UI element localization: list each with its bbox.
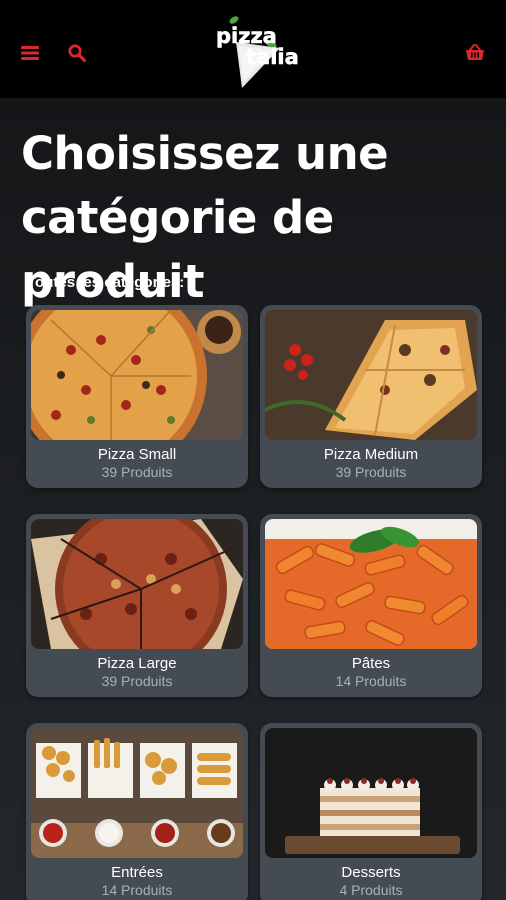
category-card-desserts[interactable]: Desserts 4 Produits bbox=[260, 723, 482, 900]
category-count: 4 Produits bbox=[339, 882, 403, 898]
category-card-pizza-large[interactable]: Pizza Large 39 Produits bbox=[26, 514, 248, 697]
category-grid: Pizza Small 39 Produits Pizza Medium 39 … bbox=[26, 305, 482, 900]
category-name: Pizza Large bbox=[97, 655, 177, 672]
category-image-penne-pasta bbox=[265, 519, 477, 649]
category-name: Pizza Medium bbox=[323, 446, 419, 463]
category-count: 39 Produits bbox=[101, 464, 173, 480]
category-count: 39 Produits bbox=[335, 464, 407, 480]
category-card-entrees[interactable]: Entrées 14 Produits bbox=[26, 723, 248, 900]
category-image-layered-cake bbox=[265, 728, 477, 858]
logo-text-talia: talia bbox=[246, 45, 299, 69]
search-icon[interactable] bbox=[66, 42, 88, 64]
category-count: 14 Produits bbox=[101, 882, 173, 898]
category-count: 39 Produits bbox=[101, 673, 173, 689]
category-image-pizza-sliced bbox=[31, 519, 243, 649]
category-card-pizza-medium[interactable]: Pizza Medium 39 Produits bbox=[260, 305, 482, 488]
category-image-pizza-slices bbox=[265, 310, 477, 440]
top-app-bar: pizza talia bbox=[0, 0, 506, 98]
category-image-pizza-whole bbox=[31, 310, 243, 440]
category-card-pates[interactable]: Pâtes 14 Produits bbox=[260, 514, 482, 697]
category-name: Pizza Small bbox=[97, 446, 177, 463]
section-label: Toutes les catégories: bbox=[27, 274, 185, 291]
category-image-fried-starters bbox=[31, 728, 243, 858]
category-name: Entrées bbox=[111, 864, 163, 881]
page-title-line1: Choisissez une bbox=[21, 127, 389, 180]
category-card-pizza-small[interactable]: Pizza Small 39 Produits bbox=[26, 305, 248, 488]
menu-icon[interactable] bbox=[19, 42, 41, 64]
category-name: Pâtes bbox=[351, 655, 391, 672]
basket-icon[interactable] bbox=[464, 42, 486, 64]
pizzatalia-logo[interactable]: pizza talia bbox=[208, 14, 300, 90]
category-count: 14 Produits bbox=[335, 673, 407, 689]
category-name: Desserts bbox=[341, 864, 401, 881]
